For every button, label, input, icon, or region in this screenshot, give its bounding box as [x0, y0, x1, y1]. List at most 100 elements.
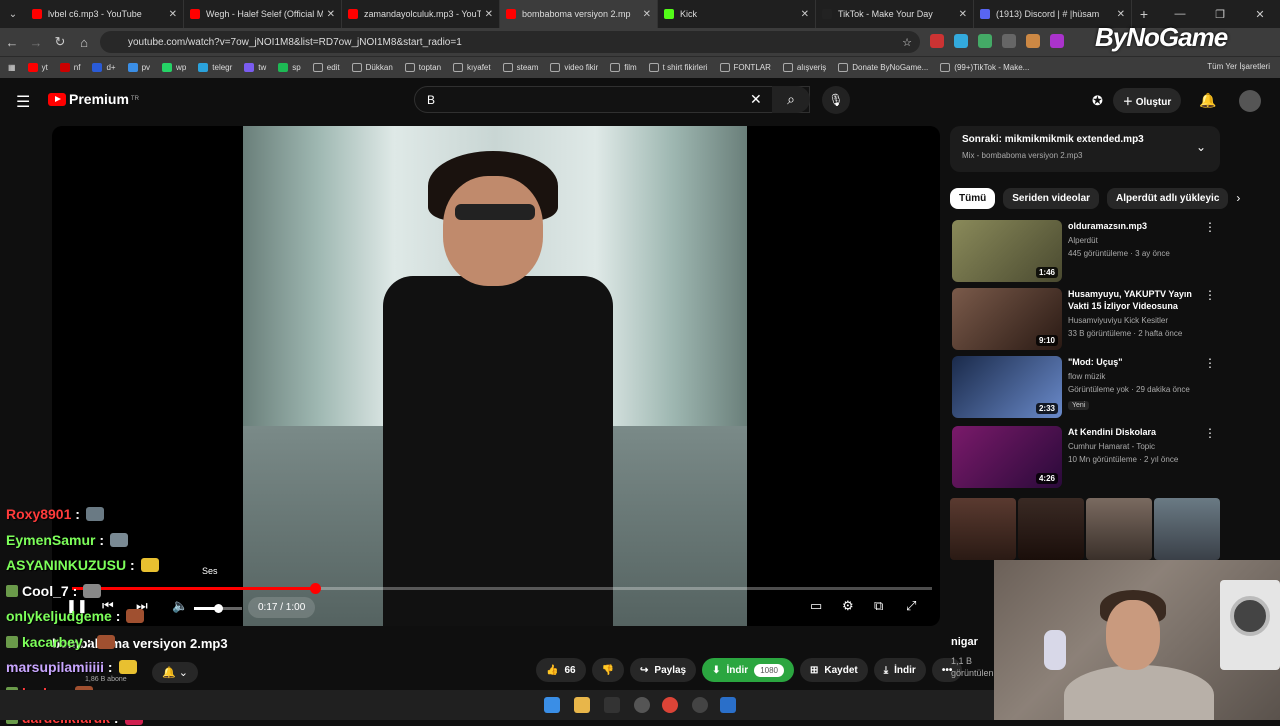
- recommendation-item[interactable]: 9:10 Husamyuyu, YAKUPTV Yayın Vakti 15 İz…: [950, 288, 1220, 352]
- bookmark-item[interactable]: d+: [92, 63, 116, 72]
- bookmark-item[interactable]: FONTLAR: [719, 63, 771, 72]
- bookmark-star-icon[interactable]: ☆: [902, 36, 912, 49]
- bookmark-item[interactable]: pv: [127, 63, 150, 72]
- dislike-button[interactable]: 👎: [591, 658, 625, 682]
- more-options-icon[interactable]: ⋮: [1204, 356, 1216, 370]
- browser-tab[interactable]: zamandayolculuk.mp3 - YouTu ✕: [342, 0, 500, 28]
- tab-close-icon[interactable]: ✕: [801, 9, 809, 20]
- tab-close-icon[interactable]: ✕: [485, 9, 493, 20]
- volume-icon[interactable]: 🔈: [172, 598, 188, 614]
- subtitles-icon[interactable]: ▭: [810, 598, 822, 614]
- new-tab-button[interactable]: +: [1132, 6, 1156, 22]
- browser-tab[interactable]: bombaboma versiyon 2.mp ✕: [500, 0, 658, 28]
- recommendation-thumbnail[interactable]: 4:26: [952, 426, 1062, 488]
- miniplayer-icon[interactable]: ⧉: [874, 598, 883, 614]
- close-window-icon[interactable]: ✕: [1240, 0, 1280, 28]
- avatar[interactable]: [1238, 89, 1261, 112]
- chevron-down-icon[interactable]: ⌄: [1196, 140, 1206, 154]
- share-button[interactable]: ↪ Paylaş: [630, 658, 697, 682]
- download-extension-button[interactable]: ⬇ İndir 1080: [702, 658, 794, 682]
- bookmark-item[interactable]: telegr: [198, 63, 232, 72]
- browser-tab[interactable]: TikTok - Make Your Day ✕: [816, 0, 974, 28]
- recommendation-thumbnail[interactable]: 9:10: [952, 288, 1062, 350]
- recommendation-title[interactable]: "Mod: Uçuş": [1068, 356, 1203, 368]
- bookmark-item[interactable]: yt: [27, 63, 48, 72]
- tab-close-icon[interactable]: ✕: [1117, 9, 1125, 20]
- clear-search-icon[interactable]: ✕: [750, 91, 762, 108]
- recommendation-title[interactable]: olduramazsın.mp3: [1068, 220, 1203, 232]
- download-button[interactable]: ⤓ İndir: [873, 658, 926, 682]
- like-button[interactable]: 👍 66: [536, 658, 586, 682]
- cast-icon[interactable]: ✪: [1092, 93, 1103, 109]
- search-button[interactable]: ⌕: [772, 86, 810, 113]
- all-bookmarks[interactable]: Tüm Yer İşaretleri: [1207, 62, 1270, 71]
- home-icon[interactable]: ⌂: [72, 35, 96, 50]
- filter-chip[interactable]: Alperdüt adlı yükleyic: [1107, 188, 1229, 209]
- url-bar[interactable]: youtube.com/watch?v=7ow_jNOI1M8&list=RD7…: [100, 31, 920, 53]
- tab-close-icon[interactable]: ✕: [643, 9, 651, 20]
- youtube-logo[interactable]: Premium TR: [48, 91, 139, 107]
- notifications-icon[interactable]: 🔔: [1199, 92, 1216, 109]
- browser-tab[interactable]: Wegh - Halef Selef (Official Mu ✕: [184, 0, 342, 28]
- bookmark-item[interactable]: alışveriş: [782, 63, 826, 72]
- back-icon[interactable]: ←: [0, 35, 24, 50]
- file-explorer-icon[interactable]: [574, 697, 590, 713]
- bookmark-item[interactable]: Donate ByNoGame...: [838, 63, 928, 72]
- extension-icon[interactable]: [1026, 34, 1040, 48]
- voice-search-icon[interactable]: 🎙: [822, 86, 850, 114]
- bookmark-item[interactable]: video fikir: [550, 63, 598, 72]
- more-options-icon[interactable]: ⋮: [1204, 288, 1216, 302]
- fullscreen-icon[interactable]: ⤢: [906, 598, 916, 614]
- chevron-right-icon[interactable]: ›: [1236, 188, 1240, 209]
- recommendation-thumbnail[interactable]: 2:33: [952, 356, 1062, 418]
- bookmark-item[interactable]: toptan: [404, 63, 441, 72]
- filter-chip[interactable]: Tümü: [950, 188, 996, 209]
- filter-chip[interactable]: Seriden videolar: [1003, 188, 1100, 209]
- extension-icon[interactable]: [978, 34, 992, 48]
- bookmark-item[interactable]: sp: [278, 63, 301, 72]
- taskbar-app-icon[interactable]: [720, 697, 736, 713]
- recommendation-item[interactable]: 2:33 "Mod: Uçuş" flow müzik Görüntüleme yok…: [950, 356, 1220, 420]
- obs-icon[interactable]: [692, 697, 708, 713]
- taskbar-app-icon[interactable]: [604, 697, 620, 713]
- recommendation-thumbnail[interactable]: [950, 498, 1220, 560]
- subscription-bell-button[interactable]: 🔔 ⌄: [152, 662, 198, 683]
- browser-tab[interactable]: lvbel c6.mp3 - YouTube ✕: [26, 0, 184, 28]
- bookmark-item[interactable]: (99+)TikTok - Make...: [940, 63, 1029, 72]
- more-options-icon[interactable]: ⋮: [1204, 426, 1216, 440]
- reload-icon[interactable]: ↻: [48, 34, 72, 50]
- tab-search-button[interactable]: ⌄: [0, 0, 26, 28]
- recommendation-thumbnail[interactable]: 1:46: [952, 220, 1062, 282]
- recommendation-title[interactable]: At Kendini Diskolara: [1068, 426, 1203, 438]
- volume-slider[interactable]: [194, 604, 242, 613]
- extension-icon[interactable]: [930, 34, 944, 48]
- bookmark-item[interactable]: tw: [244, 63, 266, 72]
- bookmark-item[interactable]: nf: [59, 63, 80, 72]
- extension-icon[interactable]: [954, 34, 968, 48]
- bookmark-item[interactable]: Dükkan: [351, 63, 393, 72]
- recommendation-title[interactable]: Husamyuyu, YAKUPTV Yayın Vakti 15 İzliyo…: [1068, 288, 1203, 312]
- tab-close-icon[interactable]: ✕: [327, 9, 335, 20]
- more-options-icon[interactable]: ⋮: [1204, 220, 1216, 234]
- bookmark-item[interactable]: kıyafet: [453, 63, 491, 72]
- tab-close-icon[interactable]: ✕: [959, 9, 967, 20]
- menu-icon[interactable]: ☰: [16, 92, 30, 112]
- progress-bar[interactable]: [72, 583, 932, 594]
- bookmark-item[interactable]: film: [610, 63, 637, 72]
- extension-icon[interactable]: [1050, 34, 1064, 48]
- apps-icon[interactable]: ▦: [8, 63, 16, 72]
- video-player[interactable]: Ses ❚❚ ⏮ ⏭ 🔈 0:17 / 1:00 ▭ ⚙ ⧉ ⤢: [52, 126, 940, 626]
- create-button[interactable]: ＋ Oluştur: [1112, 88, 1182, 113]
- save-button[interactable]: ⊞ Kaydet: [799, 658, 868, 682]
- up-next-panel[interactable]: Sonraki: mikmikmikmik extended.mp3 Mix -…: [950, 126, 1220, 172]
- extension-icon[interactable]: [1002, 34, 1016, 48]
- settings-gear-icon[interactable]: ⚙: [842, 598, 854, 614]
- browser-tab[interactable]: Kick ✕: [658, 0, 816, 28]
- forward-icon[interactable]: →: [24, 35, 48, 50]
- quality-select[interactable]: 1080: [754, 663, 784, 677]
- taskbar-app-icon[interactable]: [634, 697, 650, 713]
- chrome-icon[interactable]: [662, 697, 678, 713]
- recommendation-item[interactable]: 4:26 At Kendini Diskolara Cumhur Hamarat -…: [950, 426, 1220, 490]
- recommendation-item[interactable]: 1:46 olduramazsın.mp3 Alperdüt 445 görüntül…: [950, 220, 1220, 284]
- bookmark-item[interactable]: steam: [502, 63, 538, 72]
